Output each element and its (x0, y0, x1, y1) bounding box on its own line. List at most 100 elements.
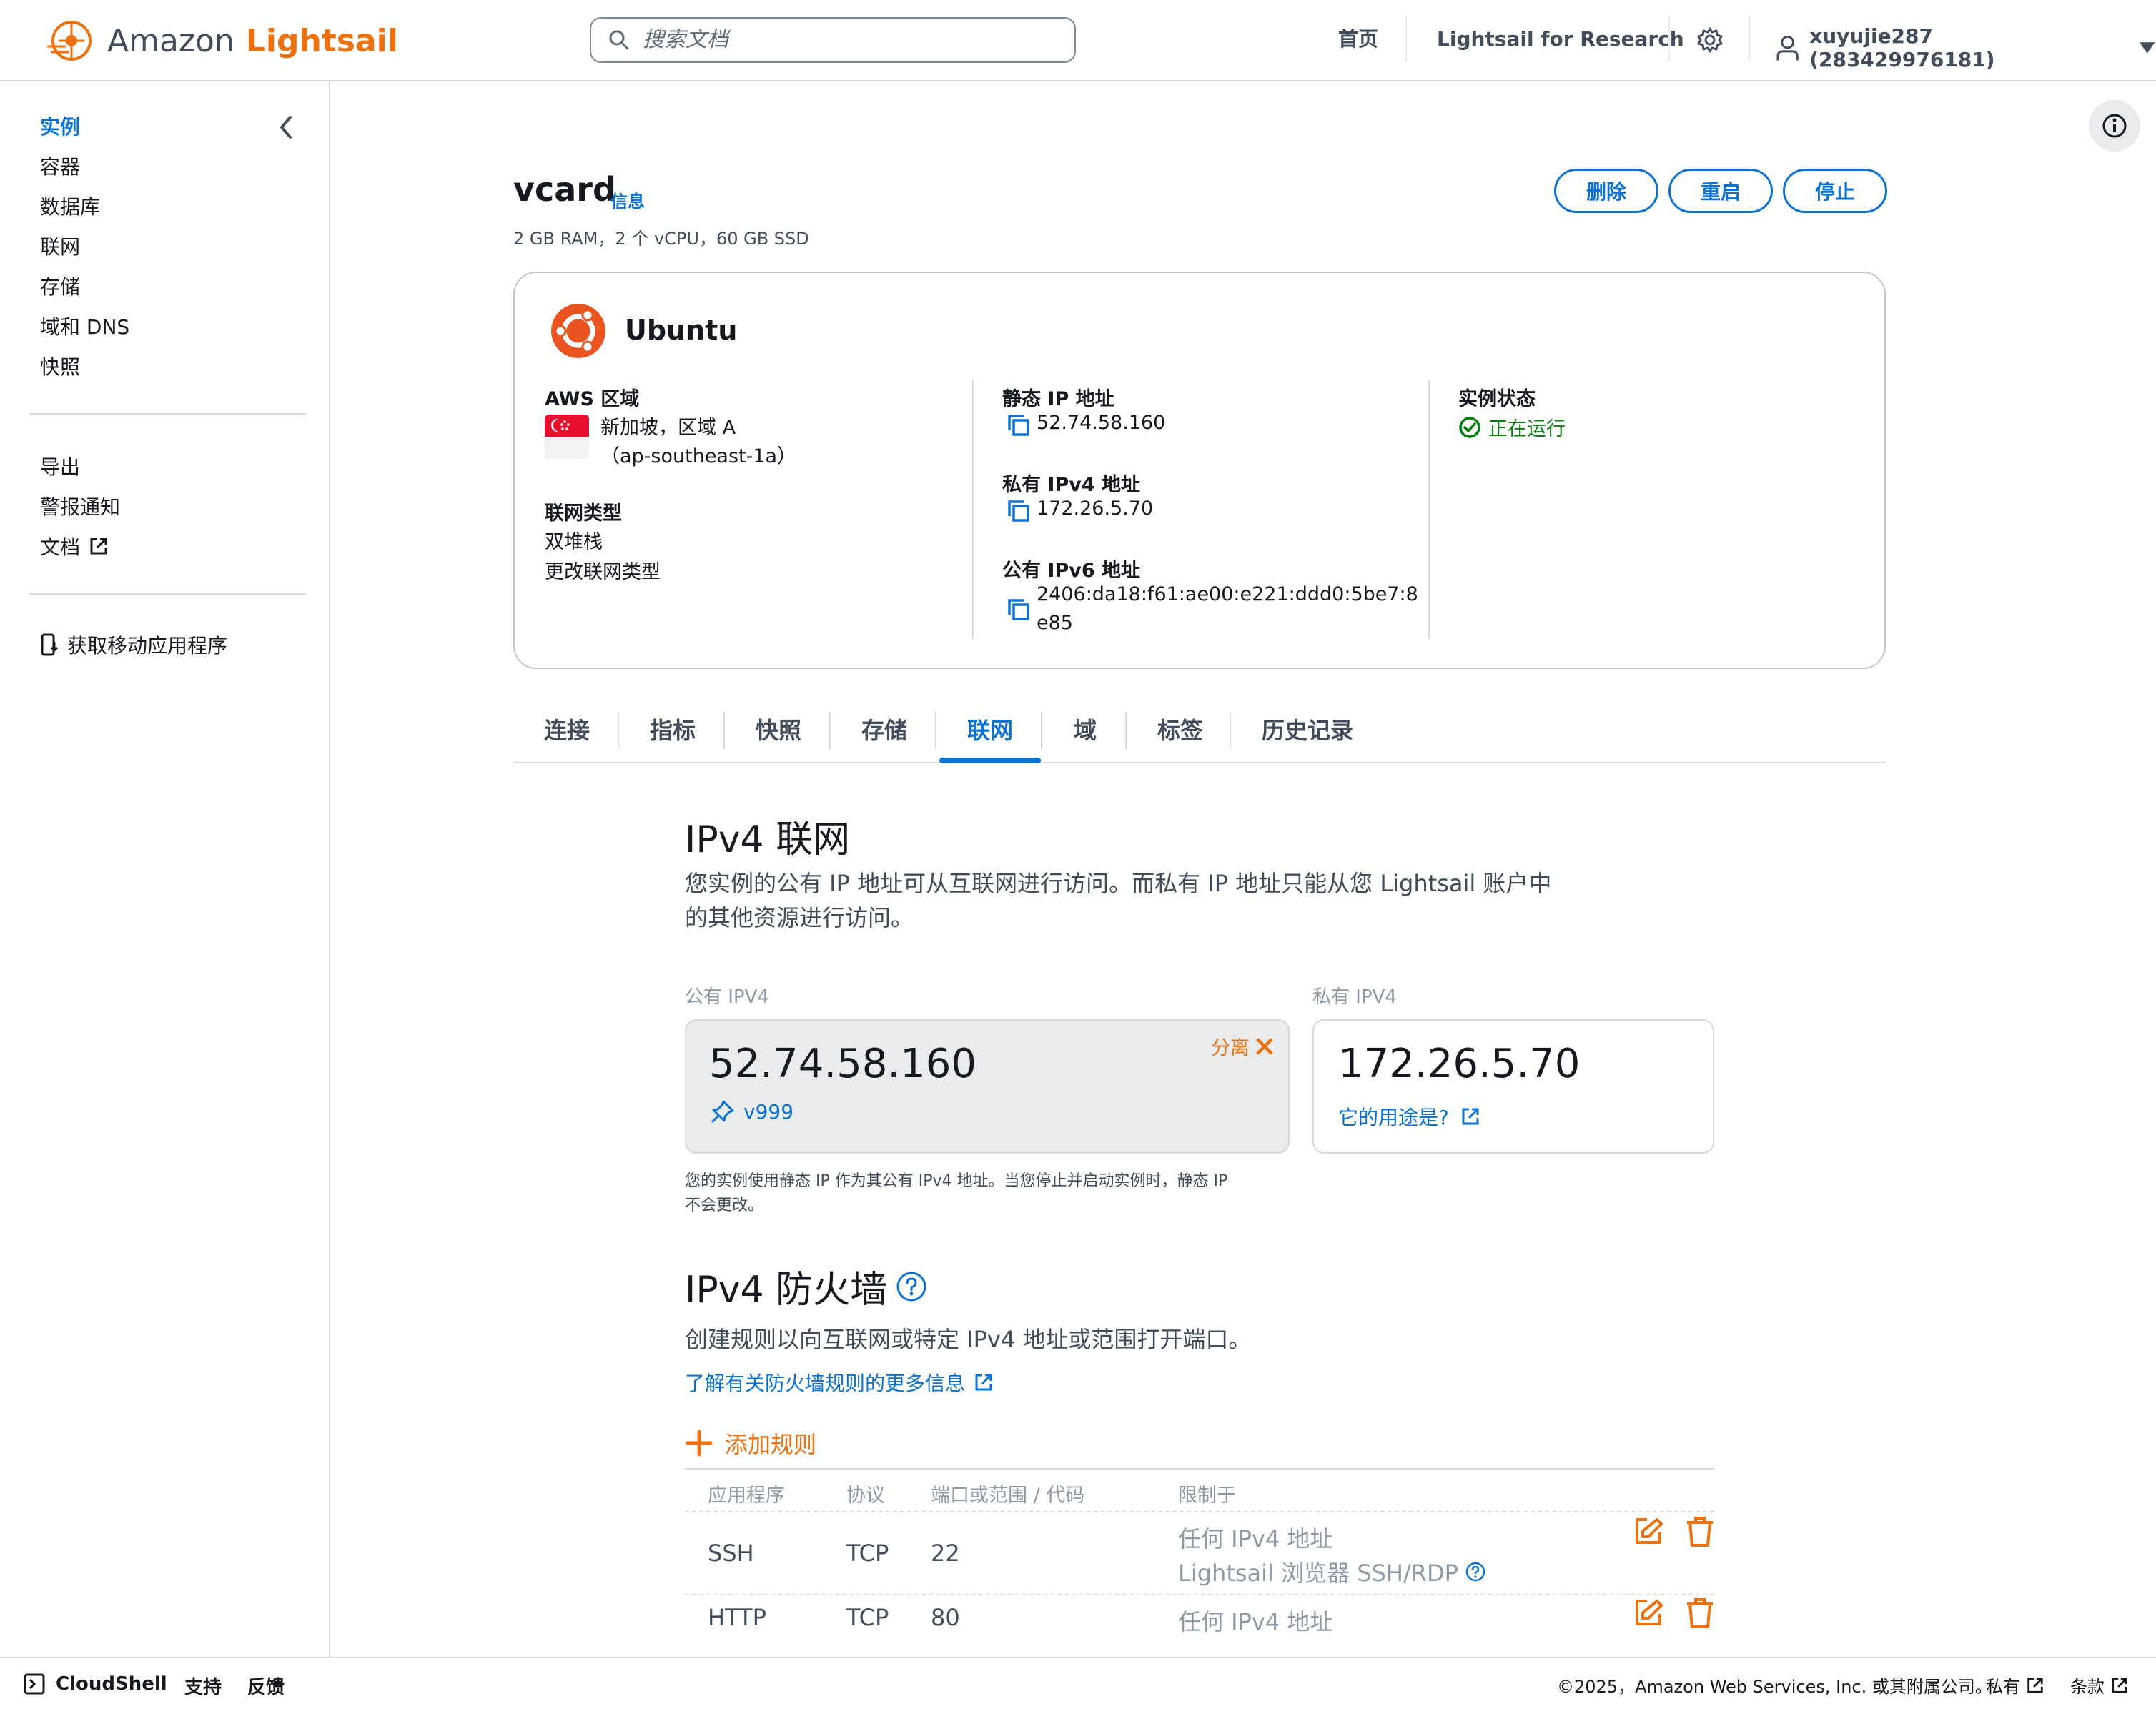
card-column-divider (972, 380, 974, 639)
settings-gear-icon[interactable] (1696, 26, 1724, 54)
detach-label: 分离 (1211, 1037, 1250, 1059)
status-running-icon (1459, 416, 1480, 438)
what-for-label: 它的用途是? (1338, 1106, 1449, 1129)
learn-firewall-label: 了解有关防火墙规则的更多信息 (685, 1372, 966, 1395)
sidebar-item-docs[interactable]: 文档 (40, 532, 109, 560)
instance-specs: 2 GB RAM，2 个 vCPU，60 GB SSD (513, 229, 809, 249)
rule-restriction-browser: Lightsail 浏览器 SSH/RDP (1178, 1555, 1485, 1588)
aws-region-label: AWS 区域 (545, 388, 640, 410)
tab-separator (935, 712, 936, 749)
sidebar-item-snapshots[interactable]: 快照 (40, 352, 80, 380)
add-rule-label: 添加规则 (725, 1431, 817, 1458)
column-header-port: 端口或范围 / 代码 (931, 1485, 1085, 1507)
ipv4-networking-title: IPv4 联网 (685, 818, 851, 861)
info-link[interactable]: 信息 (610, 187, 645, 212)
public-ipv4-label: 公有 IPV4 (685, 986, 769, 1008)
column-header-application: 应用程序 (708, 1485, 785, 1507)
sidebar-item-instances[interactable]: 实例 (40, 112, 80, 140)
detach-button[interactable]: 分离 (1211, 1032, 1274, 1060)
tab-metrics[interactable]: 指标 (635, 709, 711, 752)
lightsail-logo[interactable]: Amazon Lightsail (44, 16, 398, 66)
instance-state-label: 实例状态 (1458, 388, 1536, 410)
search-input[interactable] (643, 28, 1043, 52)
copy-static-ip-icon[interactable] (1007, 413, 1031, 437)
private-ipv4-label: 私有 IPv4 地址 (1002, 474, 1141, 496)
footer-terms-label: 条款 (2070, 1677, 2105, 1697)
rule-port: 80 (931, 1604, 960, 1631)
cloudshell-button[interactable]: CloudShell (23, 1673, 167, 1695)
public-ipv6-value-line1: 2406:da18:f61:ae00:e221:ddd0:5be7:8 (1037, 583, 1418, 605)
rule-protocol: TCP (846, 1540, 889, 1567)
private-ipv4-value: 172.26.5.70 (1037, 497, 1154, 520)
help-icon[interactable] (896, 1271, 927, 1302)
tab-separator (1041, 712, 1042, 749)
static-ip-link[interactable]: v999 (711, 1099, 793, 1124)
stop-button[interactable]: 停止 (1783, 169, 1887, 213)
sidebar-item-storage[interactable]: 存储 (40, 272, 80, 300)
static-ip-label: 静态 IP 地址 (1002, 388, 1114, 410)
terminal-icon (24, 1673, 45, 1695)
mobile-download-icon (41, 633, 59, 656)
external-link-icon (2112, 1677, 2127, 1693)
sidebar-item-containers[interactable]: 容器 (40, 152, 80, 180)
plus-icon (686, 1430, 713, 1457)
delete-button[interactable]: 删除 (1554, 169, 1658, 213)
edit-rule-icon[interactable] (1634, 1517, 1663, 1545)
add-rule-button[interactable]: 添加规则 (685, 1427, 816, 1460)
copy-private-ipv4-icon[interactable] (1007, 499, 1031, 523)
tab-snapshots[interactable]: 快照 (741, 709, 816, 752)
static-ip-name: v999 (743, 1099, 794, 1124)
private-ipv4-box-value: 172.26.5.70 (1338, 1041, 1581, 1087)
sidebar-item-mobile-app[interactable]: 获取移动应用程序 (40, 630, 227, 659)
user-icon (1776, 35, 1799, 61)
account-menu[interactable]: xuyujie287 (283429976181) (1776, 24, 2156, 71)
edit-rule-icon[interactable] (1634, 1598, 1663, 1627)
card-column-divider (1428, 380, 1430, 639)
copy-public-ipv6-icon[interactable] (1007, 598, 1031, 622)
logo-amazon-text: Amazon (107, 22, 234, 59)
search-box[interactable] (590, 17, 1076, 63)
tab-history[interactable]: 历史记录 (1247, 709, 1368, 752)
footer-terms-link[interactable]: 条款 (2070, 1673, 2129, 1698)
tab-domains[interactable]: 域 (1058, 709, 1112, 752)
footer-copyright: ©2025，Amazon Web Services, Inc. 或其附属公司。 (1557, 1677, 1992, 1697)
search-icon (609, 30, 629, 50)
sidebar-item-databases[interactable]: 数据库 (40, 192, 100, 220)
tab-networking[interactable]: 联网 (952, 709, 1028, 752)
delete-rule-icon[interactable] (1686, 1517, 1714, 1547)
sidebar-item-domains-dns[interactable]: 域和 DNS (40, 312, 129, 340)
static-ip-note-line1: 您的实例使用静态 IP 作为其公有 IPv4 地址。当您停止并启动实例时，静态 … (685, 1172, 1228, 1190)
rule-restriction: 任何 IPv4 地址 (1178, 1525, 1333, 1552)
sidebar-item-exports[interactable]: 导出 (40, 452, 80, 480)
sidebar-item-networking[interactable]: 联网 (40, 232, 80, 260)
nav-home[interactable]: 首页 (1338, 21, 1378, 57)
collapse-sidebar-icon[interactable] (276, 114, 296, 140)
rule-port: 22 (931, 1540, 960, 1567)
column-header-protocol: 协议 (846, 1485, 885, 1507)
help-icon[interactable] (1465, 1562, 1485, 1582)
firewall-desc: 创建规则以向互联网或特定 IPv4 地址或范围打开端口。 (685, 1326, 1252, 1353)
delete-rule-icon[interactable] (1686, 1598, 1714, 1628)
sidebar-item-alarms[interactable]: 警报通知 (40, 492, 120, 520)
tab-tags[interactable]: 标签 (1142, 709, 1218, 752)
singapore-flag-icon (545, 415, 589, 459)
learn-firewall-link[interactable]: 了解有关防火墙规则的更多信息 (685, 1368, 994, 1397)
sidebar-docs-label: 文档 (40, 535, 81, 559)
rule-restriction-browser-label: Lightsail 浏览器 SSH/RDP (1178, 1560, 1458, 1587)
info-icon (2102, 114, 2127, 138)
footer-feedback-link[interactable]: 反馈 (247, 1673, 285, 1699)
restart-button[interactable]: 重启 (1668, 169, 1773, 213)
info-panel-button[interactable] (2089, 100, 2140, 152)
footer-support-link[interactable]: 支持 (184, 1673, 222, 1699)
change-network-type-link[interactable]: 更改联网类型 (545, 556, 661, 584)
nav-lightsail-research[interactable]: Lightsail for Research (1437, 21, 1684, 57)
footer-privacy-link[interactable]: 私有 (1986, 1673, 2044, 1698)
tab-connect[interactable]: 连接 (529, 709, 605, 752)
nav-separator (1405, 16, 1407, 61)
instance-state-value: 正在运行 (1488, 418, 1566, 440)
tab-storage[interactable]: 存储 (846, 709, 922, 752)
rule-application: SSH (708, 1540, 754, 1567)
public-ipv4-value: 52.74.58.160 (709, 1041, 977, 1087)
external-link-icon (1462, 1108, 1479, 1125)
what-for-link[interactable]: 它的用途是? (1338, 1102, 1480, 1131)
